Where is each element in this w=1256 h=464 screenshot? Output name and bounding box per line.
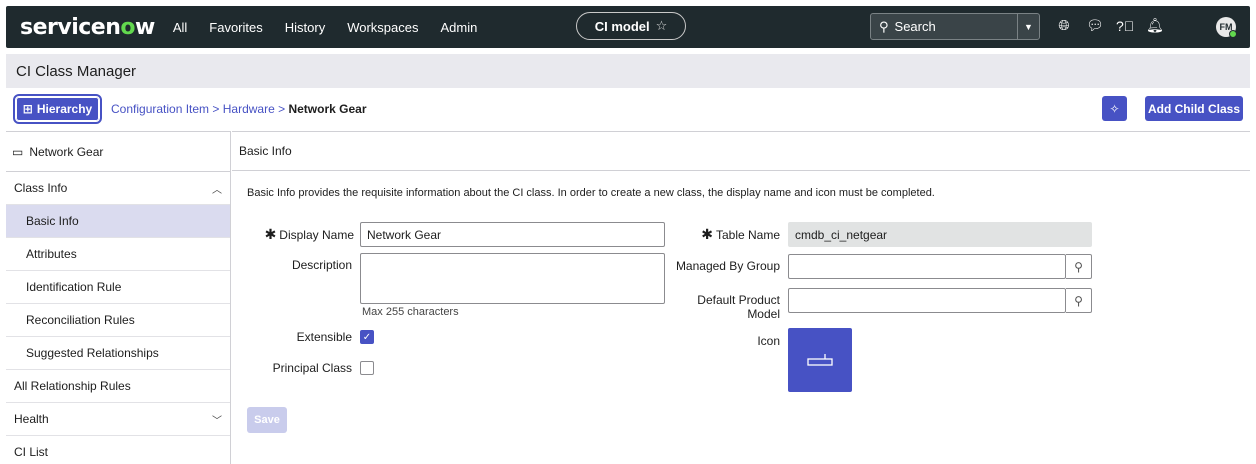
default-product-model-input[interactable]: [788, 288, 1066, 313]
page-title: CI Class Manager: [16, 62, 137, 80]
class-sidebar: ▭ Network Gear Class Info ︿ Basic Info At…: [6, 131, 231, 464]
sidebar-item-reconciliation-rules[interactable]: Reconciliation Rules: [6, 304, 230, 337]
sidebar-item-attributes[interactable]: Attributes: [6, 238, 230, 271]
sidebar-item-class-info[interactable]: Class Info ︿: [6, 172, 230, 205]
search-icon: ⚲: [879, 18, 889, 34]
save-button[interactable]: Save: [247, 407, 287, 433]
pin-icon: ✧: [1109, 101, 1120, 116]
chat-icon[interactable]: 💬︎: [1086, 17, 1104, 34]
search-placeholder: Search: [894, 19, 936, 34]
global-search[interactable]: ⚲ Search ▼: [870, 13, 1040, 40]
servicenow-logo[interactable]: servicenow: [20, 15, 155, 40]
breadcrumb-row: ⊞ Hierarchy Configuration Item > Hardwar…: [6, 92, 1250, 126]
nav-all[interactable]: All: [173, 20, 187, 35]
table-name-field: cmdb_ci_netgear: [788, 222, 1092, 247]
page-title-bar: CI Class Manager: [6, 54, 1250, 88]
extensible-checkbox[interactable]: ✓: [360, 330, 374, 344]
avatar[interactable]: FM: [1216, 17, 1237, 38]
icon-label: Icon: [757, 334, 780, 348]
extensible-label: Extensible: [296, 330, 352, 344]
principal-class-label: Principal Class: [272, 361, 352, 375]
sidebar-header: ▭ Network Gear: [6, 132, 230, 172]
nav-workspaces[interactable]: Workspaces: [347, 20, 418, 35]
help-icon[interactable]: ?⃝: [1116, 18, 1134, 34]
crumb-current: Network Gear: [288, 102, 367, 116]
hierarchy-icon: ⊞: [22, 102, 33, 116]
nav-icons: 🌐︎ 💬︎ ?⃝ 🔔︎: [1056, 17, 1164, 34]
add-child-class-button[interactable]: Add Child Class: [1145, 96, 1243, 121]
section-header: Basic Info: [232, 131, 1250, 171]
description-label: Description: [291, 258, 352, 272]
sidebar-item-suggested-relationships[interactable]: Suggested Relationships: [6, 337, 230, 370]
managed-by-group-label: Managed By Group: [675, 259, 780, 273]
sidebar-item-ci-list[interactable]: CI List: [6, 436, 230, 464]
presence-dot: [1229, 30, 1237, 38]
default-product-lookup-button[interactable]: ⚲: [1066, 288, 1092, 313]
class-icon-picker[interactable]: [788, 328, 852, 392]
managed-by-group-input[interactable]: [788, 254, 1066, 279]
bell-icon[interactable]: 🔔︎: [1146, 17, 1164, 34]
context-pill[interactable]: CI model ☆: [576, 12, 686, 40]
network-gear-icon: [807, 354, 833, 366]
sidebar-item-health[interactable]: Health ﹀: [6, 403, 230, 436]
context-pill-label: CI model: [594, 18, 650, 34]
principal-class-checkbox[interactable]: [360, 361, 374, 375]
description-hint: Max 255 characters: [362, 306, 459, 318]
display-name-input[interactable]: Network Gear: [360, 222, 665, 247]
nav-history[interactable]: History: [285, 20, 325, 35]
star-icon[interactable]: ☆: [656, 18, 668, 34]
chevron-up-icon: ︿: [212, 185, 222, 196]
breadcrumb: Configuration Item > Hardware > Network …: [111, 102, 367, 116]
nav-favorites[interactable]: Favorites: [209, 20, 262, 35]
hierarchy-button[interactable]: ⊞ Hierarchy: [13, 94, 102, 124]
sidebar-item-basic-info[interactable]: Basic Info: [6, 205, 230, 238]
search-scope-dropdown[interactable]: ▼: [1017, 13, 1039, 40]
managed-by-lookup-button[interactable]: ⚲: [1066, 254, 1092, 279]
nav-links: All Favorites History Workspaces Admin: [173, 20, 500, 35]
pin-button[interactable]: ✧: [1102, 96, 1127, 121]
search-icon: ⚲: [1074, 293, 1083, 308]
search-icon: ⚲: [1074, 259, 1083, 274]
globe-icon[interactable]: 🌐︎: [1056, 17, 1072, 34]
required-icon: ✱: [701, 226, 713, 242]
required-icon: ✱: [264, 226, 277, 242]
sidebar-item-identification-rule[interactable]: Identification Rule: [6, 271, 230, 304]
display-name-label: ✱ Display Name: [264, 226, 354, 242]
chevron-down-icon: ﹀: [212, 416, 222, 427]
crumb-configuration-item[interactable]: Configuration Item: [111, 102, 209, 116]
default-product-model-label: Default Product Model: [697, 293, 780, 321]
top-nav: servicenow All Favorites History Workspa…: [6, 6, 1250, 48]
crumb-hardware[interactable]: Hardware: [223, 102, 275, 116]
section-description: Basic Info provides the requisite inform…: [247, 187, 935, 199]
description-textarea[interactable]: [360, 253, 665, 304]
section-title: Basic Info: [239, 144, 292, 158]
table-name-label: ✱ Table Name: [701, 226, 780, 242]
sidebar-item-all-relationship-rules[interactable]: All Relationship Rules: [6, 370, 230, 403]
network-gear-icon: ▭: [12, 144, 24, 159]
nav-admin[interactable]: Admin: [441, 20, 478, 35]
